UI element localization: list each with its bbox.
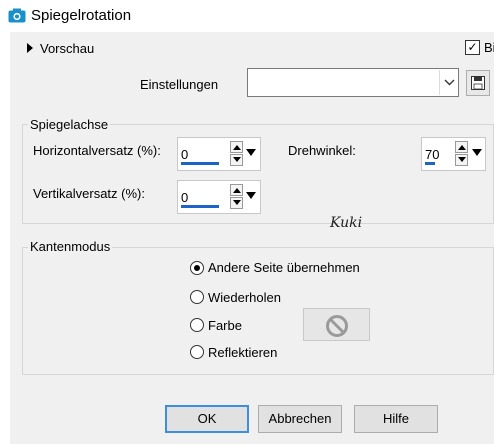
vertical-offset-decrement[interactable] [230, 197, 243, 209]
window-title: Spiegelrotation [31, 7, 132, 24]
preview-checkbox[interactable]: ✓ [465, 40, 480, 55]
help-button[interactable]: Hilfe [354, 405, 438, 433]
arrow-up-icon [233, 188, 241, 193]
horizontal-offset-value: 0 [181, 147, 189, 162]
dialog-window: Spiegelrotation Vorschau ✓ Bi Einstellun… [0, 0, 494, 444]
preview-checkbox-label: Bi [484, 40, 494, 55]
horizontal-offset-decrement[interactable] [230, 154, 243, 166]
rotation-angle-value: 70 [425, 147, 440, 162]
radio-reflektieren[interactable] [190, 345, 204, 359]
camera-icon [8, 8, 26, 23]
settings-label: Einstellungen [140, 77, 219, 92]
expand-arrow-icon[interactable] [26, 43, 34, 53]
vertical-offset-label: Vertikalversatz (%): [33, 186, 145, 201]
horizontal-offset-bar [181, 162, 219, 165]
horizontal-offset-dropdown[interactable] [246, 141, 257, 167]
radio-andere-seite[interactable] [190, 261, 204, 275]
arrow-up-icon [458, 145, 466, 150]
radio-farbe[interactable] [190, 318, 204, 332]
cancel-button[interactable]: Abbrechen [258, 405, 342, 433]
mirror-axis-group-label: Spiegelachse [28, 117, 111, 132]
save-settings-button[interactable] [466, 70, 490, 96]
vertical-offset-value: 0 [181, 190, 189, 205]
radio-andere-seite-label[interactable]: Andere Seite übernehmen [208, 260, 360, 275]
arrow-down-icon [233, 200, 241, 205]
title-bar[interactable]: Spiegelrotation [0, 0, 494, 32]
horizontal-offset-stepper[interactable]: 0 [177, 137, 261, 171]
horizontal-offset-increment[interactable] [230, 141, 243, 153]
dropdown-triangle-icon [246, 192, 256, 199]
rotation-angle-dropdown[interactable] [472, 141, 483, 167]
chevron-down-icon [444, 79, 455, 86]
arrow-down-icon [233, 157, 241, 162]
arrow-down-icon [458, 157, 466, 162]
vertical-offset-dropdown[interactable] [246, 184, 257, 210]
preview-toggle-label[interactable]: Vorschau [40, 41, 94, 56]
vertical-offset-stepper[interactable]: 0 [177, 180, 261, 214]
vertical-offset-bar [181, 205, 219, 208]
ok-button[interactable]: OK [165, 405, 249, 433]
radio-wiederholen-label[interactable]: Wiederholen [208, 290, 281, 305]
rotation-angle-stepper[interactable]: 70 [421, 137, 486, 171]
dropdown-triangle-icon [472, 149, 482, 156]
arrow-up-icon [233, 145, 241, 150]
radio-reflektieren-label[interactable]: Reflektieren [208, 345, 277, 360]
settings-dropdown[interactable] [247, 68, 459, 97]
rotation-angle-increment[interactable] [455, 141, 468, 153]
vertical-offset-increment[interactable] [230, 184, 243, 196]
horizontal-offset-label: Horizontalversatz (%): [33, 143, 161, 158]
dropdown-separator [439, 70, 440, 95]
signature-watermark: Kuki [330, 215, 363, 231]
no-color-icon [326, 315, 348, 337]
edge-mode-group-label: Kantenmodus [28, 239, 113, 254]
rotation-angle-label: Drehwinkel: [288, 143, 356, 158]
floppy-disk-icon [471, 76, 485, 90]
radio-farbe-label[interactable]: Farbe [208, 318, 242, 333]
rotation-angle-decrement[interactable] [455, 154, 468, 166]
radio-wiederholen[interactable] [190, 290, 204, 304]
dropdown-triangle-icon [246, 149, 256, 156]
rotation-angle-bar [425, 162, 435, 165]
color-swatch-button[interactable] [303, 308, 370, 341]
